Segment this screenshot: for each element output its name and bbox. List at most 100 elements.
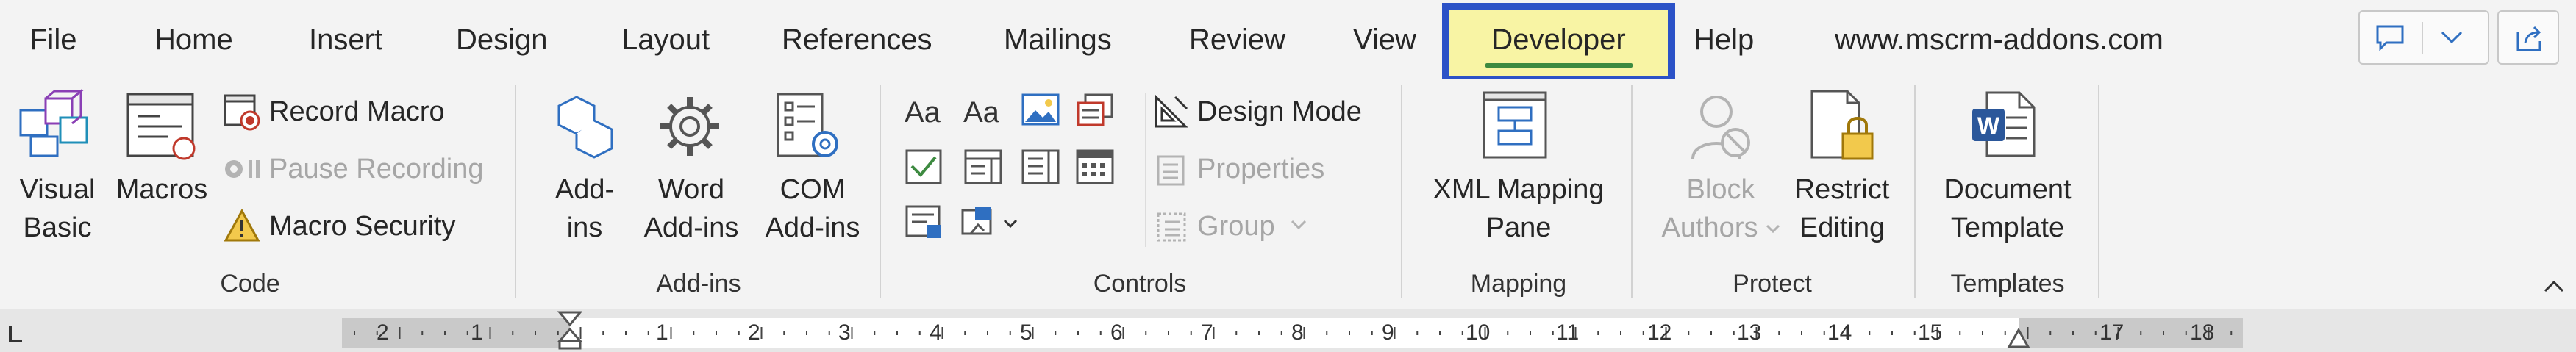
active-tab-underline [1485, 63, 1633, 68]
svg-text:W: W [1977, 112, 2000, 139]
tab-help[interactable]: Help [1694, 19, 1754, 60]
repeating-section-control-icon[interactable] [905, 204, 946, 241]
group-button[interactable]: Group [1150, 203, 1319, 250]
combo-box-control-icon[interactable] [963, 148, 1005, 185]
ruler-number: 4 [930, 320, 942, 345]
share-icon [2513, 24, 2544, 53]
block-authors-label-2: Authors [1661, 212, 1758, 243]
tab-mailings[interactable]: Mailings [1004, 19, 1112, 60]
macros-label: Macros [115, 174, 208, 205]
group-separator [515, 85, 516, 298]
ruler-number: 9 [1382, 320, 1394, 345]
design-mode-button[interactable]: Design Mode [1150, 88, 1385, 135]
com-addins-label-2: Add-ins [765, 212, 860, 243]
ribbon-tab-bar: File Home Insert Design Layout Reference… [0, 0, 2576, 84]
addins-label-2: ins [566, 212, 603, 243]
tab-references[interactable]: References [782, 19, 932, 60]
templates-group-label: Templates [1950, 270, 2065, 298]
com-addins-label-1: COM [779, 174, 846, 205]
properties-button[interactable]: Properties [1150, 146, 1341, 193]
tab-design[interactable]: Design [456, 19, 548, 60]
date-picker-control-icon[interactable] [1075, 148, 1116, 185]
ruler-number: 3 [838, 320, 851, 345]
group-separator [1631, 85, 1633, 298]
first-line-indent-marker[interactable] [557, 310, 582, 350]
split-divider [2422, 22, 2423, 54]
block-authors-icon [1685, 90, 1759, 163]
tab-view[interactable]: View [1353, 19, 1416, 60]
warning-icon [224, 209, 260, 243]
tab-file[interactable]: File [29, 19, 76, 60]
ruler-number: 1 [656, 320, 668, 345]
tab-layout[interactable]: Layout [621, 19, 710, 60]
word-addins-label-2: Add-ins [643, 212, 739, 243]
restrict-editing-icon [1806, 88, 1883, 165]
picture-control-icon[interactable] [1021, 93, 1062, 129]
tab-developer[interactable]: Developer [1442, 19, 1675, 60]
building-block-control-icon[interactable] [1075, 93, 1116, 129]
collapse-ribbon-icon[interactable] [2541, 273, 2567, 300]
pause-icon [224, 156, 265, 182]
tab-home[interactable]: Home [154, 19, 233, 60]
properties-label: Properties [1197, 154, 1325, 184]
ruler-number: 2 [377, 320, 389, 345]
restrict-editing-label-2: Editing [1799, 212, 1885, 243]
code-group-label: Code [220, 270, 280, 298]
visual-basic-icon [16, 88, 97, 162]
ruler-number: 7 [1201, 320, 1213, 345]
xml-mapping-icon [1480, 90, 1553, 163]
macros-icon [124, 91, 200, 162]
ruler-number: 13 [1737, 320, 1762, 345]
word-addins-label-1: Word [657, 174, 725, 205]
ruler-number: 5 [1020, 320, 1032, 345]
addins-hexagon-icon [550, 91, 621, 162]
ruler-number: 11 [1556, 320, 1580, 345]
restrict-editing-label-1: Restrict [1794, 174, 1890, 205]
document-template-label-2: Template [1950, 212, 2065, 243]
com-addins-icon [772, 91, 846, 165]
record-macro-icon [224, 94, 262, 131]
share-button[interactable] [2497, 10, 2559, 65]
plain-text-control-icon[interactable]: Aa [963, 94, 1005, 129]
comments-button[interactable] [2358, 10, 2489, 65]
controls-group-label: Controls [1093, 270, 1187, 298]
xml-mapping-label-2: Pane [1485, 212, 1552, 243]
svg-text:Aa: Aa [905, 96, 941, 129]
tab-selector-icon[interactable] [6, 323, 25, 345]
dropdown-list-control-icon[interactable] [1021, 148, 1062, 185]
block-authors-label-1: Block [1686, 174, 1755, 205]
macro-security-button[interactable]: Macro Security [221, 203, 471, 250]
pause-recording-button[interactable]: Pause Recording [221, 146, 485, 193]
visual-basic-label-1: Visual [19, 174, 96, 205]
group-separator [1914, 85, 1916, 298]
controls-inner-separator [1145, 93, 1146, 247]
ruler-number: 17 [2099, 320, 2124, 345]
ruler-number: 2 [748, 320, 760, 345]
ruler-number: 8 [1291, 320, 1304, 345]
group-separator [2098, 85, 2099, 298]
tab-review[interactable]: Review [1189, 19, 1285, 60]
chevron-down-icon[interactable] [2439, 29, 2464, 46]
properties-icon [1156, 154, 1188, 187]
right-indent-marker[interactable] [2007, 328, 2030, 350]
pause-recording-label: Pause Recording [269, 154, 484, 184]
record-macro-button[interactable]: Record Macro [221, 88, 463, 135]
document-template-label-1: Document [1944, 174, 2072, 205]
ruler-number: 12 [1647, 320, 1672, 345]
addins-group-label: Add-ins [656, 270, 741, 298]
checkbox-control-icon[interactable] [905, 148, 946, 185]
legacy-tools-icon[interactable] [960, 204, 1022, 241]
svg-text:Aa: Aa [963, 96, 1000, 129]
word-document-icon: W [1968, 88, 2044, 165]
visual-basic-label-2: Basic [23, 212, 92, 243]
mapping-group-label: Mapping [1470, 270, 1567, 298]
tab-insert[interactable]: Insert [309, 19, 382, 60]
ruler-number: 1 [471, 320, 483, 345]
gear-icon [654, 91, 725, 162]
protect-group-label: Protect [1733, 270, 1812, 298]
group-separator [1401, 85, 1402, 298]
group-separator [880, 85, 881, 298]
tab-mscrm-addons[interactable]: www.mscrm-addons.com [1835, 19, 2163, 60]
rich-text-control-icon[interactable]: Aa [905, 94, 946, 129]
ruler-number: 10 [1466, 320, 1491, 345]
